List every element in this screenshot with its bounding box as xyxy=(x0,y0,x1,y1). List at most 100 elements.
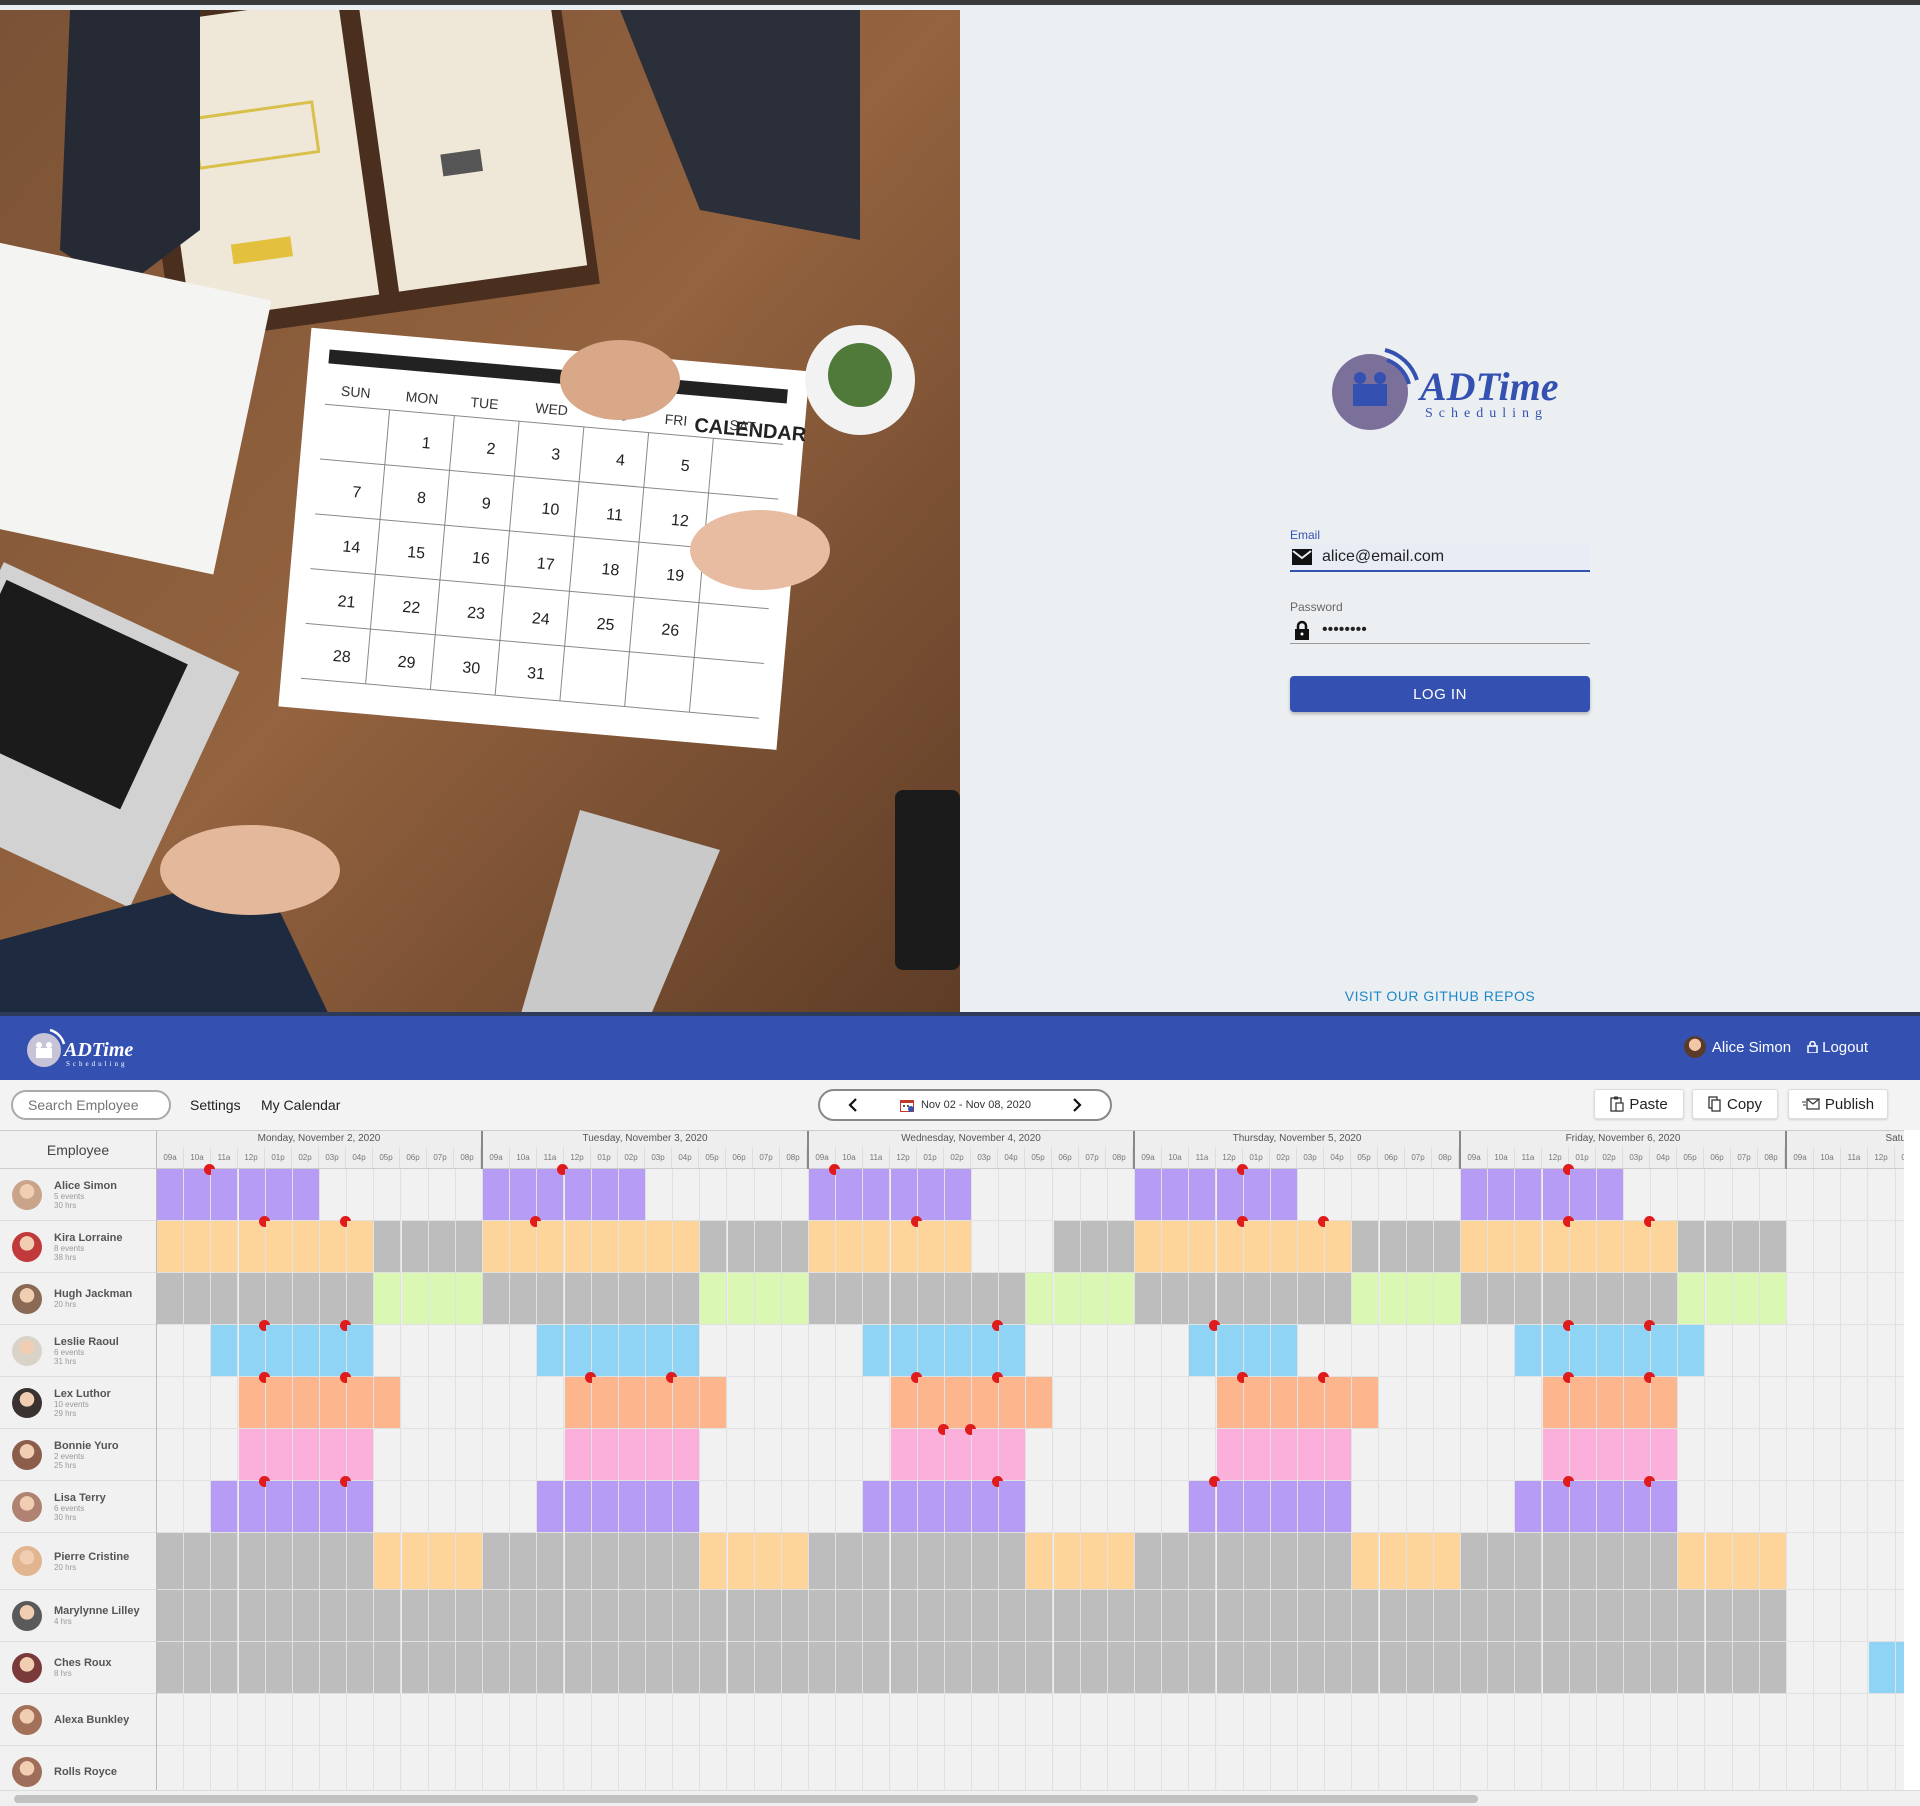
schedule-cell[interactable] xyxy=(1216,1481,1244,1533)
schedule-cell[interactable] xyxy=(1705,1533,1733,1590)
schedule-cell[interactable] xyxy=(863,1429,891,1481)
employee-row[interactable]: Marylynne Lilley 4 hrs xyxy=(0,1590,156,1642)
schedule-cell[interactable] xyxy=(1542,1533,1570,1590)
schedule-cell[interactable] xyxy=(618,1533,646,1590)
schedule-cell[interactable] xyxy=(917,1221,945,1273)
schedule-cell[interactable] xyxy=(455,1221,483,1273)
schedule-cell[interactable] xyxy=(1787,1429,1815,1481)
schedule-cell[interactable] xyxy=(238,1372,270,1429)
schedule-cell[interactable] xyxy=(292,1481,320,1533)
schedule-cell[interactable] xyxy=(1135,1377,1163,1429)
schedule-cell[interactable] xyxy=(1515,1642,1543,1694)
schedule-cell[interactable] xyxy=(673,1481,701,1533)
schedule-cell[interactable] xyxy=(809,1694,837,1746)
schedule-cell[interactable] xyxy=(1080,1429,1108,1481)
schedule-cell[interactable] xyxy=(1678,1169,1706,1221)
schedule-cell[interactable] xyxy=(1243,1429,1271,1481)
schedule-cell[interactable] xyxy=(428,1377,456,1429)
schedule-cell[interactable] xyxy=(1406,1221,1434,1273)
schedule-cell[interactable] xyxy=(1135,1221,1163,1273)
schedule-cell[interactable] xyxy=(618,1590,646,1642)
schedule-cell[interactable] xyxy=(1705,1694,1733,1746)
schedule-cell[interactable] xyxy=(999,1169,1027,1221)
schedule-cell[interactable] xyxy=(890,1481,918,1533)
schedule-cell[interactable] xyxy=(1542,1164,1574,1221)
schedule-cell[interactable] xyxy=(727,1481,755,1533)
schedule-cell[interactable] xyxy=(1135,1325,1163,1377)
schedule-cell[interactable] xyxy=(1759,1325,1787,1377)
schedule-cell[interactable] xyxy=(1868,1325,1896,1377)
schedule-cell[interactable] xyxy=(455,1325,483,1377)
schedule-cell[interactable] xyxy=(1732,1221,1760,1273)
schedule-cell[interactable] xyxy=(809,1533,837,1590)
schedule-cell[interactable] xyxy=(1243,1533,1271,1590)
schedule-cell[interactable] xyxy=(1488,1273,1516,1325)
schedule-cell[interactable] xyxy=(238,1694,266,1746)
schedule-cell[interactable] xyxy=(1216,1325,1244,1377)
schedule-cell[interactable] xyxy=(1243,1377,1271,1429)
settings-link[interactable]: Settings xyxy=(190,1097,241,1113)
employee-row[interactable]: Lisa Terry 6 events 30 hrs xyxy=(0,1481,156,1533)
schedule-cell[interactable] xyxy=(1325,1642,1353,1694)
schedule-cell[interactable] xyxy=(1026,1325,1054,1377)
schedule-cell[interactable] xyxy=(673,1590,701,1642)
employee-row[interactable]: Kira Lorraine 8 events 38 hrs xyxy=(0,1221,156,1273)
schedule-cell[interactable] xyxy=(292,1169,320,1221)
schedule-cell[interactable] xyxy=(809,1325,837,1377)
schedule-cell[interactable] xyxy=(591,1694,619,1746)
schedule-cell[interactable] xyxy=(1814,1221,1842,1273)
schedule-cell[interactable] xyxy=(1379,1429,1407,1481)
schedule-cell[interactable] xyxy=(292,1533,320,1590)
schedule-cell[interactable] xyxy=(1379,1377,1407,1429)
schedule-cell[interactable] xyxy=(754,1221,782,1273)
schedule-cell[interactable] xyxy=(754,1642,782,1694)
schedule-cell[interactable] xyxy=(1868,1377,1896,1429)
schedule-cell[interactable] xyxy=(211,1642,239,1694)
schedule-cell[interactable] xyxy=(1596,1746,1624,1790)
schedule-cell[interactable] xyxy=(1216,1372,1248,1429)
schedule-cell[interactable] xyxy=(890,1533,918,1590)
schedule-cell[interactable] xyxy=(211,1377,239,1429)
schedule-cell[interactable] xyxy=(1379,1590,1407,1642)
schedule-cell[interactable] xyxy=(1814,1642,1842,1694)
schedule-cell[interactable] xyxy=(1216,1590,1244,1642)
schedule-cell[interactable] xyxy=(510,1642,538,1694)
schedule-cell[interactable] xyxy=(1243,1169,1271,1221)
schedule-cell[interactable] xyxy=(265,1429,293,1481)
schedule-cell[interactable] xyxy=(320,1533,348,1590)
schedule-cell[interactable] xyxy=(211,1273,239,1325)
schedule-cell[interactable] xyxy=(1243,1221,1271,1273)
schedule-cell[interactable] xyxy=(428,1533,456,1590)
schedule-cell[interactable] xyxy=(1406,1273,1434,1325)
schedule-cell[interactable] xyxy=(890,1325,918,1377)
schedule-cell[interactable] xyxy=(1270,1746,1298,1790)
schedule-cell[interactable] xyxy=(265,1169,293,1221)
schedule-cell[interactable] xyxy=(374,1642,402,1694)
schedule-cell[interactable] xyxy=(1678,1429,1706,1481)
schedule-cell[interactable] xyxy=(1569,1325,1597,1377)
schedule-cell[interactable] xyxy=(1406,1429,1434,1481)
schedule-cell[interactable] xyxy=(1189,1694,1217,1746)
schedule-cell[interactable] xyxy=(537,1221,565,1273)
schedule-cell[interactable] xyxy=(754,1273,782,1325)
schedule-cell[interactable] xyxy=(591,1481,619,1533)
schedule-cell[interactable] xyxy=(1624,1590,1652,1642)
schedule-cell[interactable] xyxy=(618,1694,646,1746)
schedule-cell[interactable] xyxy=(1298,1590,1326,1642)
schedule-cell[interactable] xyxy=(1759,1533,1787,1590)
schedule-cell[interactable] xyxy=(646,1590,674,1642)
schedule-cell[interactable] xyxy=(944,1377,972,1429)
schedule-cell[interactable] xyxy=(1433,1429,1461,1481)
schedule-cell[interactable] xyxy=(944,1590,972,1642)
schedule-cell[interactable] xyxy=(265,1221,293,1273)
schedule-cell[interactable] xyxy=(809,1590,837,1642)
schedule-cell[interactable] xyxy=(591,1325,619,1377)
schedule-cell[interactable] xyxy=(1759,1642,1787,1694)
schedule-cell[interactable] xyxy=(184,1642,212,1694)
schedule-cell[interactable] xyxy=(809,1164,841,1221)
schedule-cell[interactable] xyxy=(1270,1325,1298,1377)
schedule-cell[interactable] xyxy=(836,1481,864,1533)
schedule-cell[interactable] xyxy=(890,1273,918,1325)
schedule-cell[interactable] xyxy=(781,1642,809,1694)
schedule-cell[interactable] xyxy=(157,1481,185,1533)
